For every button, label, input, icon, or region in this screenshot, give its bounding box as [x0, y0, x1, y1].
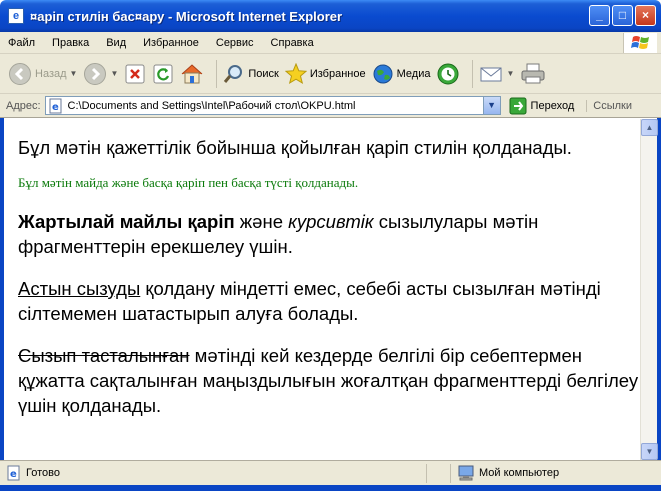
svg-text:e: e [52, 102, 59, 113]
text-fragment: және [234, 211, 289, 232]
mail-icon [480, 67, 502, 81]
ie-document-icon: e [8, 8, 24, 24]
paragraph-underline: Астын сызуды қолдану міндетті емес, себе… [18, 276, 640, 326]
media-globe-icon [373, 64, 393, 83]
go-button[interactable]: Переход [509, 97, 575, 115]
back-label: Назад [35, 67, 67, 80]
stop-button[interactable] [124, 63, 146, 85]
chevron-down-icon: ▼ [110, 69, 119, 78]
svg-text:e: e [10, 469, 17, 480]
paragraph-bold-italic: Жартылай майлы қаріп және курсивтік сызы… [18, 209, 640, 259]
scroll-up-icon[interactable]: ▲ [641, 119, 658, 136]
chevron-down-icon: ▼ [506, 69, 515, 78]
toolbar-separator [216, 59, 218, 88]
media-button[interactable]: Медиа [372, 63, 431, 85]
menu-file[interactable]: Файл [8, 37, 35, 49]
my-computer-icon [458, 465, 474, 481]
refresh-button[interactable] [152, 63, 174, 85]
go-arrow-icon [509, 97, 527, 114]
address-value: C:\Documents and Settings\Intel\Рабочий … [67, 99, 356, 112]
paragraph-default-style: Бұл мәтін қажеттілік бойынша қойылған қа… [18, 137, 572, 158]
mail-button[interactable]: ▼ [479, 64, 514, 84]
zone-label: Мой компьютер [479, 467, 560, 479]
search-button[interactable]: Поиск [223, 63, 279, 85]
favorites-button[interactable]: Избранное [284, 62, 366, 85]
address-dropdown-icon[interactable]: ▼ [482, 97, 500, 114]
vertical-scrollbar[interactable]: ▲ ▼ [640, 119, 658, 460]
printer-icon [521, 63, 545, 83]
favorites-star-icon [284, 62, 307, 84]
title-bar[interactable]: e ¤аріп стилін бас¤ару - Microsoft Inter… [0, 0, 661, 32]
search-label: Поиск [248, 67, 279, 80]
menu-view[interactable]: Вид [106, 37, 126, 49]
back-arrow-icon [9, 62, 31, 85]
refresh-icon [153, 64, 173, 83]
scroll-down-icon[interactable]: ▼ [641, 443, 658, 460]
links-button[interactable]: Ссылки [586, 99, 632, 112]
status-text: Готово [26, 467, 60, 479]
status-cell [426, 463, 450, 483]
media-label: Медиа [396, 67, 431, 80]
window-controls: _ □ × [589, 5, 656, 26]
bold-text: Жартылай майлы қаріп [18, 211, 235, 232]
windows-logo-icon [623, 33, 657, 53]
menu-edit[interactable]: Правка [52, 37, 89, 49]
forward-arrow-icon [84, 62, 107, 85]
favorites-label: Избранное [309, 67, 366, 80]
security-zone: Мой компьютер [450, 463, 661, 483]
stop-icon [125, 64, 145, 83]
underlined-text: Астын сызуды [18, 278, 141, 299]
forward-button[interactable]: ▼ [83, 62, 118, 86]
address-bar: Адрес: e C:\Documents and Settings\Intel… [0, 94, 661, 118]
home-button[interactable] [180, 63, 204, 85]
toolbar: Назад ▼ ▼ Поиск Избранное Медиа ▼ [0, 54, 661, 94]
print-button[interactable] [520, 62, 546, 86]
paragraph-strikethrough: Сызып тасталынған мәтінді кей кездерде б… [18, 343, 640, 418]
menu-help[interactable]: Справка [271, 37, 314, 49]
status-bar: e Готово Мой компьютер [0, 460, 661, 485]
back-button[interactable]: Назад ▼ [8, 62, 77, 86]
history-button[interactable] [436, 62, 460, 86]
italic-text: курсивтік [288, 211, 374, 232]
history-icon [437, 63, 459, 84]
address-input[interactable]: e C:\Documents and Settings\Intel\Рабочи… [44, 96, 501, 115]
home-icon [182, 63, 203, 83]
status-left: e Готово [6, 465, 426, 481]
toolbar-separator [472, 59, 474, 88]
menu-favorites[interactable]: Избранное [143, 37, 199, 49]
ie-page-icon: e [49, 98, 62, 113]
search-icon [224, 64, 243, 83]
chevron-down-icon: ▼ [69, 69, 78, 78]
window-title: ¤аріп стилін бас¤ару - Microsoft Interne… [30, 8, 343, 24]
page-content: Бұл мәтін қажеттілік бойынша қойылған қа… [4, 119, 640, 460]
paragraph-small-green: Бұл мәтін майда және басқа қаріп пен бас… [18, 175, 359, 190]
maximize-button[interactable]: □ [612, 5, 633, 26]
menu-bar: Файл Правка Вид Избранное Сервис Справка [0, 32, 661, 54]
close-button[interactable]: × [635, 5, 656, 26]
strikethrough-text: Сызып тасталынған [18, 345, 190, 366]
window-border-bottom [0, 485, 661, 491]
go-label: Переход [530, 99, 575, 112]
minimize-button[interactable]: _ [589, 5, 610, 26]
menu-tools[interactable]: Сервис [216, 37, 254, 49]
address-label: Адрес: [6, 99, 41, 112]
page-done-icon: e [7, 465, 20, 481]
